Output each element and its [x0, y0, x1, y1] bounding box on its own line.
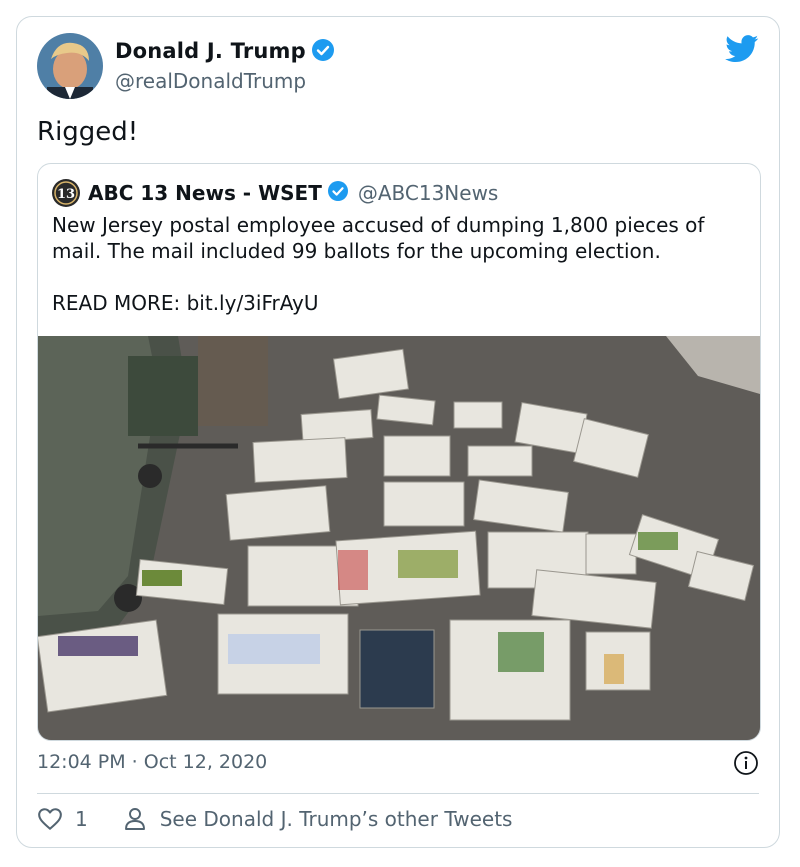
- abc13-logo-icon: 13: [52, 179, 80, 207]
- author-handle[interactable]: @realDonaldTrump: [115, 69, 306, 93]
- author-name-row[interactable]: Donald J. Trump: [115, 39, 334, 66]
- tweet-text: Rigged!: [37, 117, 139, 147]
- quoted-body: New Jersey postal employee accused of du…: [52, 212, 752, 316]
- quoted-header: 13 ABC 13 News - WSET @ABC13News: [52, 178, 498, 208]
- quoted-line-1: New Jersey postal employee accused of du…: [52, 213, 705, 237]
- info-icon[interactable]: [733, 750, 759, 780]
- tweet-timestamp[interactable]: 12:04 PM · Oct 12, 2020: [37, 751, 267, 773]
- divider: [37, 793, 759, 794]
- verified-badge-icon: [311, 39, 334, 66]
- quoted-name: ABC 13 News - WSET: [88, 181, 322, 205]
- twitter-bird-icon[interactable]: [725, 35, 759, 67]
- heart-icon[interactable]: [37, 807, 63, 831]
- quoted-verified-badge-icon: [327, 181, 348, 205]
- quoted-line-2: mail. The mail included 99 ballots for t…: [52, 239, 661, 263]
- tweet-actions: 1 See Donald J. Trump’s other Tweets: [37, 805, 512, 833]
- logo-text: 13: [57, 187, 75, 202]
- quoted-read-more[interactable]: READ MORE: bit.ly/3iFrAyU: [52, 290, 752, 316]
- see-other-tweets-link[interactable]: See Donald J. Trump’s other Tweets: [160, 807, 513, 831]
- quoted-photo[interactable]: [38, 336, 760, 740]
- quoted-handle: @ABC13News: [357, 181, 499, 205]
- quoted-tweet[interactable]: 13 ABC 13 News - WSET @ABC13News New Jer…: [37, 163, 761, 741]
- person-icon[interactable]: [124, 807, 146, 831]
- author-avatar[interactable]: [37, 33, 103, 99]
- tweet-card[interactable]: Donald J. Trump @realDonaldTrump Rigged!…: [16, 16, 780, 848]
- author-name[interactable]: Donald J. Trump: [115, 39, 306, 63]
- like-count[interactable]: 1: [75, 807, 88, 831]
